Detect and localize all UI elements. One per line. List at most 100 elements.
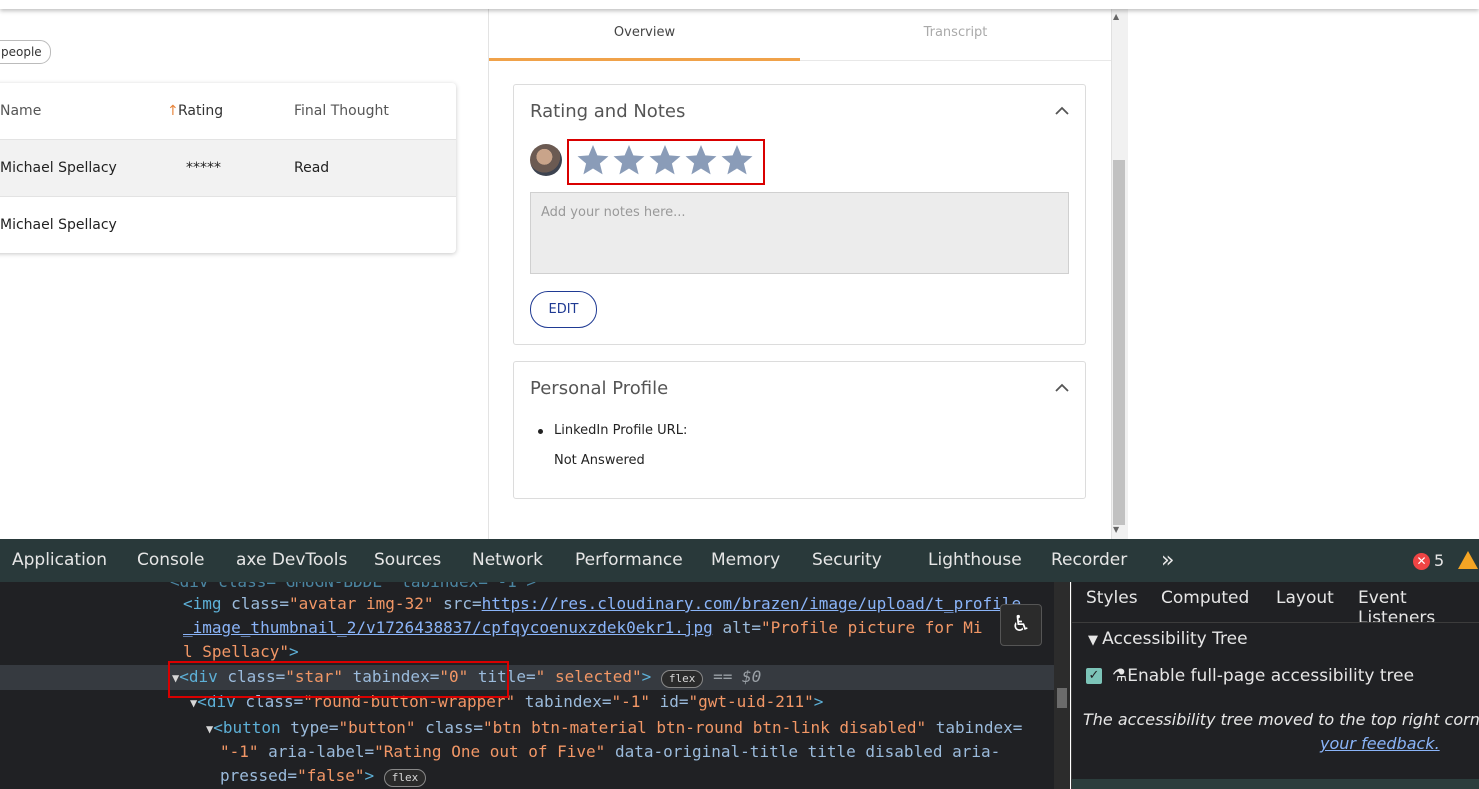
cell-name: Michael Spellacy: [0, 160, 117, 176]
code-val: "-1": [611, 692, 650, 711]
bullet-icon: [538, 429, 543, 434]
cell-final-thought: Read: [294, 160, 330, 176]
code-attr: tabindex=: [515, 692, 612, 711]
code-val: "Profile picture for Mi: [760, 618, 983, 637]
code-val: " selected": [535, 667, 642, 686]
code-line-img-2[interactable]: _image_thumbnail_2/v1726438837/cpfqycoen…: [183, 618, 983, 637]
full-page-tree-label[interactable]: ⚗Enable full-page accessibility tree: [1112, 666, 1414, 686]
triangle-down-icon: ▼: [1088, 633, 1103, 648]
code-tag: >: [288, 642, 299, 661]
warning-icon[interactable]: [1458, 551, 1478, 569]
code-attr: pressed=: [220, 766, 298, 785]
tab-transcript[interactable]: Transcript: [800, 10, 1111, 61]
avatar: [530, 144, 562, 176]
code-line-button[interactable]: ▼<button type="button" class="btn btn-ma…: [206, 718, 1022, 737]
code-line-button-2[interactable]: "-1" aria-label="Rating One out of Five"…: [220, 742, 1000, 761]
code-attr: id=: [649, 692, 689, 711]
code-line[interactable]: <div class="GMUGN-BDDL" tabindex="-1">: [170, 582, 536, 591]
error-count: 5: [1434, 551, 1445, 570]
personal-profile-title: Personal Profile: [530, 378, 669, 399]
full-page-tree-checkbox[interactable]: ✓: [1086, 668, 1102, 684]
elements-scrollbar[interactable]: [1054, 582, 1070, 789]
tab-overview[interactable]: Overview: [489, 10, 800, 61]
devtools-sidebar: Styles Computed Layout Event Listeners ▼…: [1071, 582, 1479, 789]
arrow-up-icon[interactable]: ↑: [167, 83, 179, 139]
chevron-up-icon[interactable]: [1055, 104, 1069, 118]
sidebar-footer: [1072, 779, 1479, 789]
flask-icon: ⚗: [1112, 666, 1128, 686]
code-val: l Spellacy": [183, 642, 289, 661]
tab-layout[interactable]: Layout: [1276, 588, 1334, 608]
column-header-final-thought[interactable]: Final Thought: [294, 83, 389, 139]
selected-marker: == $0: [713, 667, 762, 686]
flex-badge[interactable]: flex: [383, 769, 427, 787]
tab-computed[interactable]: Computed: [1161, 588, 1249, 608]
flex-badge[interactable]: flex: [660, 670, 704, 688]
code-attr: alt=: [712, 618, 761, 637]
code-attr: tabindex=: [926, 718, 1023, 737]
code-val: "false": [297, 766, 365, 785]
elements-panel: <div class="GMUGN-BDDL" tabindex="-1"> <…: [0, 582, 1054, 789]
highlight-box-stars: [567, 139, 765, 185]
highlight-box-star-div: [168, 661, 509, 698]
devtools-tab-application[interactable]: Application: [12, 539, 107, 582]
code-val: "-1": [220, 742, 259, 761]
devtools-tab-network[interactable]: Network: [472, 539, 543, 582]
table-row[interactable]: Michael Spellacy ***** Read: [0, 139, 456, 196]
code-tag: <button: [213, 718, 291, 737]
devtools-tab-performance[interactable]: Performance: [575, 539, 683, 582]
devtools-tab-console[interactable]: Console: [137, 539, 205, 582]
code-val: "avatar img-32": [288, 594, 434, 613]
linkedin-value: Not Answered: [554, 453, 645, 468]
code-attr: class=: [415, 718, 483, 737]
code-tag: >: [813, 692, 824, 711]
code-attr: data-original-title title disabled aria-: [605, 742, 1001, 761]
devtools-tab-memory[interactable]: Memory: [711, 539, 780, 582]
column-header-name[interactable]: Name: [0, 83, 41, 139]
notes-field[interactable]: Add your notes here...: [530, 192, 1069, 274]
error-icon: ✕: [1413, 553, 1430, 570]
code-link[interactable]: _image_thumbnail_2/v1726438837/cpfqycoen…: [183, 618, 713, 637]
code-line-button-3[interactable]: pressed="false"> flex: [220, 766, 427, 787]
top-bar: [0, 0, 1479, 9]
elements-scrollbar-thumb[interactable]: [1057, 688, 1067, 708]
code-attr: src=: [433, 594, 482, 613]
error-badge[interactable]: ✕ 5: [1413, 539, 1444, 582]
tab-styles[interactable]: Styles: [1086, 588, 1138, 608]
code-attr: aria-label=: [258, 742, 375, 761]
devtools-tab-sources[interactable]: Sources: [374, 539, 441, 582]
code-tag: >: [641, 667, 652, 686]
code-line-img-3[interactable]: l Spellacy">: [183, 642, 299, 661]
devtools-tab-security[interactable]: Security: [812, 539, 882, 582]
code-val: "btn btn-material btn-round btn-link dis…: [482, 718, 927, 737]
code-tag: <img: [183, 594, 232, 613]
code-link[interactable]: https://res.cloudinary.com/brazen/image/…: [482, 594, 1021, 613]
linkedin-label: LinkedIn Profile URL:: [554, 423, 688, 438]
devtools-tab-axe[interactable]: axe DevTools: [236, 539, 347, 582]
edit-button[interactable]: EDIT: [530, 291, 597, 328]
divider: [1072, 622, 1479, 623]
scroll-up-icon[interactable]: ▲: [1113, 12, 1119, 21]
column-header-rating[interactable]: Rating: [178, 83, 223, 139]
people-chip[interactable]: people: [0, 40, 51, 64]
devtools-tab-lighthouse[interactable]: Lighthouse: [928, 539, 1022, 582]
accessibility-tree-title: Accessibility Tree: [1102, 629, 1248, 649]
scroll-down-icon[interactable]: ▼: [1113, 525, 1119, 534]
accessibility-icon[interactable]: ♿: [1000, 604, 1042, 646]
code-val: "Rating One out of Five": [374, 742, 606, 761]
panel-divider: [488, 9, 489, 539]
code-attr: type=: [290, 718, 339, 737]
chevron-up-icon[interactable]: [1055, 381, 1069, 395]
table-row[interactable]: Michael Spellacy: [0, 196, 456, 253]
devtools-tab-recorder[interactable]: Recorder: [1051, 539, 1127, 582]
moved-notice: The accessibility tree moved to the top …: [1083, 710, 1479, 729]
code-tag: >: [364, 766, 375, 785]
feedback-link[interactable]: your feedback.: [1320, 734, 1440, 753]
notes-placeholder: Add your notes here...: [541, 205, 686, 220]
accessibility-tree-header[interactable]: ▼ Accessibility Tree: [1088, 629, 1248, 649]
page-scrollbar-thumb[interactable]: [1113, 160, 1125, 525]
code-line-img[interactable]: <img class="avatar img-32" src=https://r…: [183, 594, 1021, 613]
more-tabs-icon[interactable]: »: [1161, 539, 1174, 582]
code-val: "gwt-uid-211": [688, 692, 814, 711]
checkbox-label-text: Enable full-page accessibility tree: [1127, 666, 1415, 686]
